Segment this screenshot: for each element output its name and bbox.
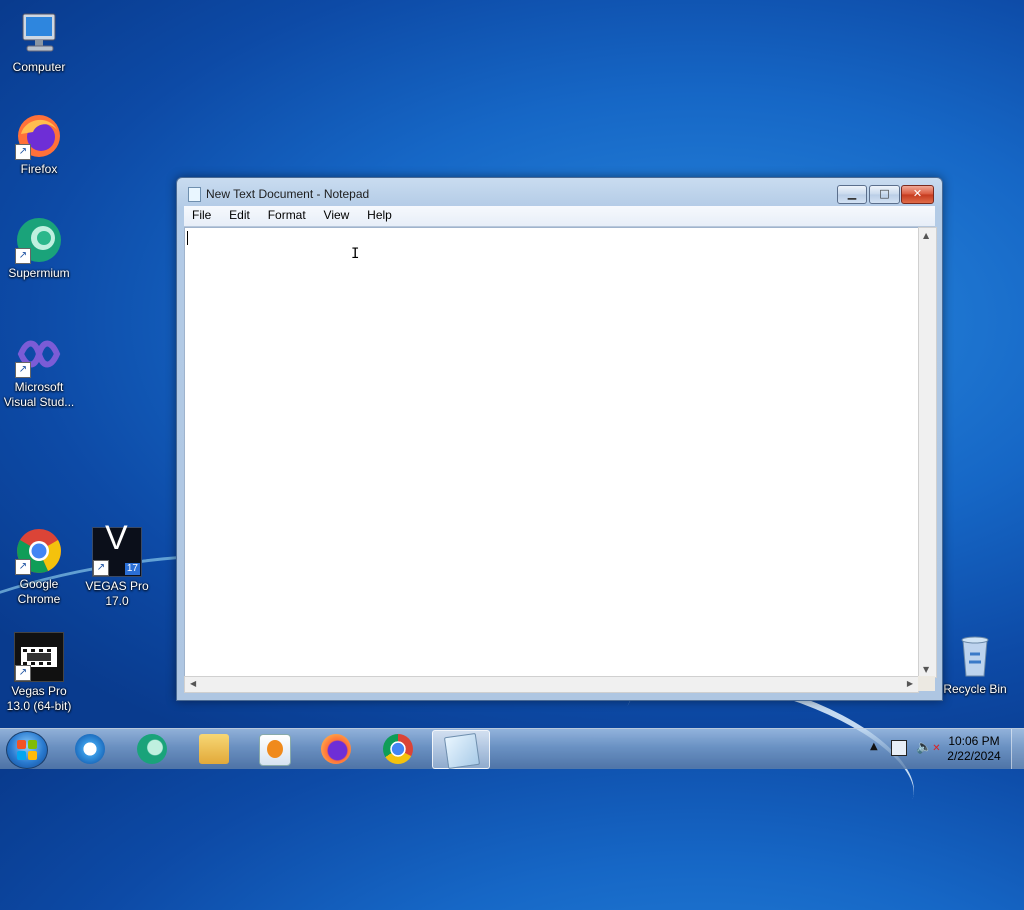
resize-grip[interactable] [918, 676, 935, 691]
window-title: New Text Document - Notepad [206, 187, 370, 201]
window-titlebar[interactable]: New Text Document - Notepad ▁ □ ✕ [177, 178, 942, 206]
close-button[interactable]: ✕ [901, 185, 934, 204]
shortcut-arrow-icon: ↗ [15, 665, 31, 681]
computer-icon [15, 10, 63, 58]
desktop-icon-google-chrome[interactable]: ↗ Google Chrome [1, 527, 77, 607]
windows-logo-icon [17, 740, 37, 760]
chrome-icon [383, 734, 413, 764]
shortcut-arrow-icon: ↗ [93, 560, 109, 576]
taskbar-file-explorer[interactable] [186, 730, 242, 767]
supermium-icon [137, 734, 167, 764]
desktop-icon-supermium[interactable]: ↗ Supermium [1, 216, 77, 281]
media-player-icon [259, 734, 291, 766]
notepad-icon [188, 187, 201, 202]
text-caret [187, 231, 188, 245]
minimize-button[interactable]: ▁ [837, 185, 867, 204]
scroll-up-icon[interactable]: ▲ [923, 231, 929, 240]
close-icon: ✕ [912, 187, 923, 200]
menu-format[interactable]: Format [262, 206, 312, 225]
horizontal-scrollbar[interactable]: ◀ ▶ [184, 676, 919, 693]
desktop-icon-label: Supermium [8, 266, 70, 280]
taskbar: ▲ 🔈✕ 10:06 PM 2/22/2024 [0, 728, 1024, 770]
taskbar-notepad[interactable] [432, 730, 490, 770]
desktop-icon-firefox[interactable]: ↗ Firefox [1, 112, 77, 177]
shortcut-arrow-icon: ↗ [15, 144, 31, 160]
start-button[interactable] [6, 731, 48, 769]
show-hidden-icons-icon[interactable]: ▲ [870, 741, 878, 752]
desktop-icon-computer[interactable]: Computer [1, 10, 77, 75]
taskbar-media-player[interactable] [246, 730, 302, 767]
clock-time: 10:06 PM [948, 734, 1000, 748]
menu-bar: File Edit Format View Help [184, 206, 935, 227]
folder-icon [199, 734, 229, 764]
internet-explorer-icon [75, 734, 105, 764]
recycle-bin-icon [951, 632, 999, 680]
vegas-glyph: V [105, 519, 128, 557]
ibeam-cursor-icon: I [351, 246, 360, 262]
menu-file[interactable]: File [186, 206, 217, 225]
version-badge: 17 [124, 563, 140, 575]
taskbar-clock[interactable]: 10:06 PM 2/22/2024 [944, 734, 1004, 764]
volume-muted-icon[interactable]: 🔈✕ [916, 740, 941, 755]
maximize-icon: □ [879, 187, 890, 200]
taskbar-firefox[interactable] [308, 730, 364, 767]
notepad-window[interactable]: New Text Document - Notepad ▁ □ ✕ File E… [176, 177, 943, 701]
vertical-scrollbar[interactable]: ▲ ▼ [918, 227, 937, 678]
scroll-left-icon[interactable]: ◀ [190, 679, 196, 688]
scroll-down-icon[interactable]: ▼ [923, 665, 929, 674]
minimize-icon: ▁ [847, 187, 857, 200]
desktop-icon-label: VEGAS Pro 17.0 [85, 579, 149, 608]
notepad-icon [443, 732, 481, 770]
menu-edit[interactable]: Edit [223, 206, 256, 225]
text-editor-area[interactable]: I [184, 227, 919, 678]
desktop-icon-label: Firefox [20, 162, 58, 176]
scroll-right-icon[interactable]: ▶ [907, 679, 913, 688]
menu-help[interactable]: Help [361, 206, 398, 225]
taskbar-chrome[interactable] [370, 730, 426, 767]
supermium-icon: ↗ [15, 216, 63, 264]
firefox-icon [321, 734, 351, 764]
desktop-icon-visual-studio[interactable]: ↗ Microsoft Visual Stud... [1, 330, 77, 410]
show-desktop-button[interactable] [1011, 729, 1024, 769]
shortcut-arrow-icon: ↗ [15, 362, 31, 378]
maximize-button[interactable]: □ [869, 185, 900, 204]
system-tray: ▲ 🔈✕ [866, 739, 942, 759]
desktop-icon-label: Computer [12, 60, 66, 74]
shortcut-arrow-icon: ↗ [15, 248, 31, 264]
desktop-icon-label: Recycle Bin [943, 682, 1007, 696]
network-icon[interactable] [891, 740, 907, 756]
desktop-icon-label: Vegas Pro 13.0 (64-bit) [6, 684, 72, 713]
firefox-icon: ↗ [15, 112, 63, 160]
menu-view[interactable]: View [318, 206, 356, 225]
shortcut-arrow-icon: ↗ [15, 559, 31, 575]
desktop-icon-vegas-pro-13[interactable]: ↗ Vegas Pro 13.0 (64-bit) [1, 632, 77, 714]
desktop-icon-label: Google Chrome [17, 577, 61, 606]
vegas-pro-icon: V 17 ↗ [92, 519, 142, 577]
film-strip-icon: ↗ [14, 632, 64, 682]
taskbar-supermium[interactable] [124, 730, 180, 767]
clock-date: 2/22/2024 [947, 749, 1001, 763]
taskbar-internet-explorer[interactable] [62, 730, 118, 767]
desktop-icon-label: Microsoft Visual Stud... [3, 380, 75, 409]
desktop-icon-recycle-bin[interactable]: Recycle Bin [937, 632, 1013, 697]
visual-studio-icon: ↗ [15, 330, 63, 378]
desktop-icon-vegas-pro-17[interactable]: V 17 ↗ VEGAS Pro 17.0 [79, 519, 155, 609]
chrome-icon: ↗ [15, 527, 63, 575]
